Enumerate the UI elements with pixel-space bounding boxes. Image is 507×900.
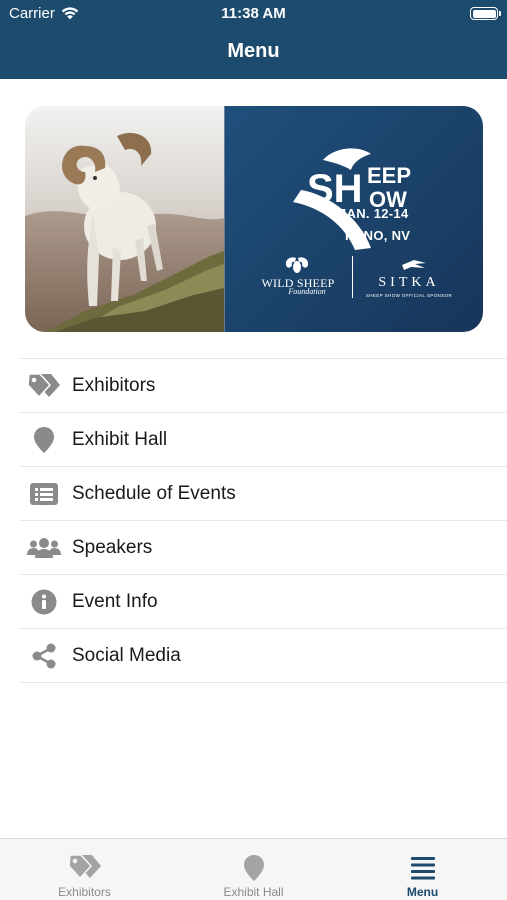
wild-sheep-foundation-logo: WILD SHEEP Foundation: [251, 256, 345, 300]
tab-exhibitors[interactable]: Exhibitors: [0, 839, 169, 900]
logo-text-eep: EEP: [367, 163, 411, 188]
logo-text-sh: SH: [307, 167, 363, 211]
menu-item-label: Exhibitors: [72, 374, 156, 396]
tab-label: Exhibitors: [58, 885, 111, 899]
menu-icon: [338, 854, 507, 882]
show-dates: JAN. 12-14: [339, 206, 409, 221]
ram-head-icon: [285, 257, 309, 273]
share-icon: [21, 629, 67, 683]
tags-icon: [21, 359, 67, 413]
menu-item-exhibit-hall[interactable]: Exhibit Hall: [20, 413, 507, 467]
map-pin-icon: [169, 854, 338, 882]
menu-item-speakers[interactable]: Speakers: [20, 521, 507, 575]
tab-menu[interactable]: Menu: [338, 839, 507, 900]
bighorn-sheep-photo: [25, 106, 224, 332]
menu-item-event-info[interactable]: Event Info: [20, 575, 507, 629]
event-banner: SH EEP OW JAN. 12-14 RENO, NV WILD SHEEP…: [25, 106, 483, 332]
sitka-mark-icon: [402, 260, 426, 270]
battery-icon: [470, 7, 501, 20]
status-bar: Carrier 11:38 AM: [0, 0, 507, 28]
status-time: 11:38 AM: [221, 5, 286, 22]
show-location: RENO, NV: [345, 228, 411, 243]
list-icon: [21, 467, 67, 521]
menu-item-label: Speakers: [72, 536, 153, 558]
menu-item-schedule-of-events[interactable]: Schedule of Events: [20, 467, 507, 521]
sponsor-divider: [352, 256, 353, 298]
tab-label: Menu: [406, 885, 439, 899]
sitka-logo: SITKA SHEEP SHOW OFFICIAL SPONSOR: [359, 256, 459, 300]
menu-item-exhibitors[interactable]: Exhibitors: [20, 359, 507, 413]
menu-item-social-media[interactable]: Social Media: [20, 629, 507, 683]
app-header: Carrier 11:38 AM Menu: [0, 0, 507, 79]
sponsor-2-sub: SHEEP SHOW OFFICIAL SPONSOR: [365, 293, 453, 298]
menu-item-label: Event Info: [72, 590, 158, 612]
users-icon: [21, 521, 67, 575]
tab-label: Exhibit Hall: [223, 885, 284, 899]
sheep-show-brand-panel: SH EEP OW JAN. 12-14 RENO, NV WILD SHEEP…: [224, 106, 483, 332]
menu-item-label: Social Media: [72, 644, 181, 666]
bottom-tab-bar: Exhibitors Exhibit Hall Menu: [0, 838, 507, 900]
menu-item-label: Schedule of Events: [72, 482, 236, 504]
sponsor-1-sub: Foundation: [288, 287, 326, 296]
map-pin-icon: [21, 413, 67, 467]
tags-icon: [0, 854, 169, 882]
menu-item-label: Exhibit Hall: [72, 428, 168, 450]
info-icon: [21, 575, 67, 629]
tab-exhibit-hall[interactable]: Exhibit Hall: [169, 839, 338, 900]
menu-list: Exhibitors Exhibit Hall Schedule of Even…: [20, 358, 507, 683]
sponsor-2-name: SITKA: [378, 275, 440, 290]
page-title: Menu: [227, 40, 280, 62]
